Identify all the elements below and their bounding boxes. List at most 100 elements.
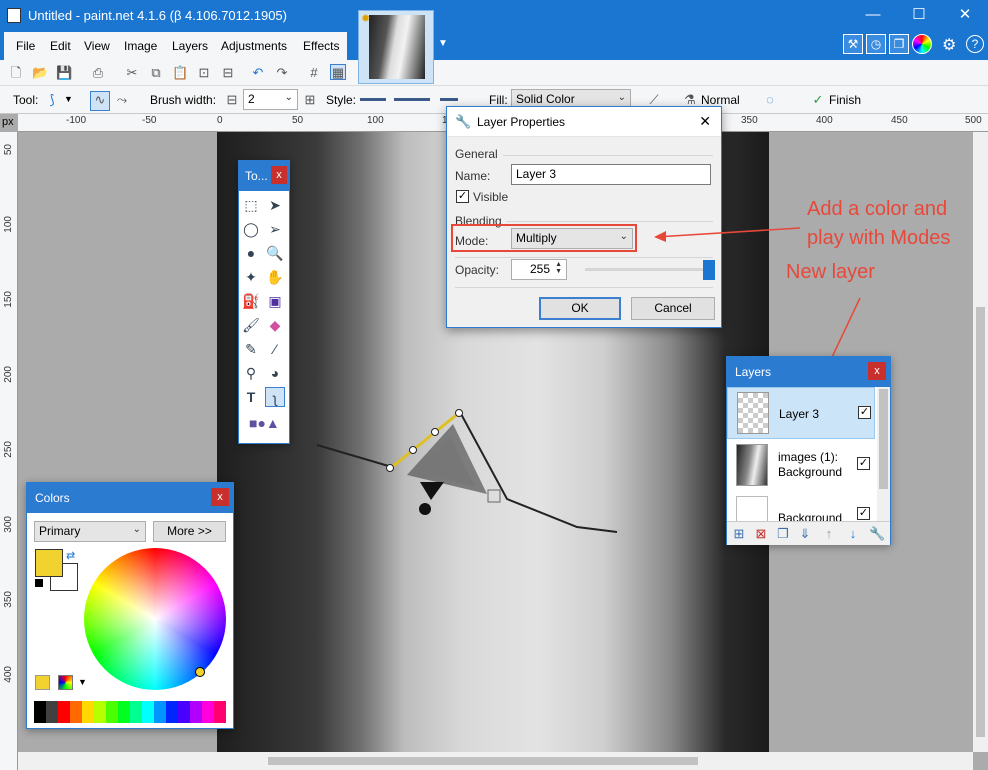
more-colors-button[interactable]: More >> xyxy=(153,521,226,542)
line-end-style-icon[interactable] xyxy=(440,98,458,101)
tab-dropdown-icon[interactable]: ▼ xyxy=(438,38,448,49)
colors-toggle-icon[interactable] xyxy=(912,34,932,54)
add-layer-icon[interactable]: ⊞ xyxy=(731,526,747,542)
close-window-button[interactable]: ✕ xyxy=(942,0,988,32)
menu-file[interactable]: File xyxy=(16,39,35,53)
colors-close-button[interactable]: x xyxy=(211,488,229,506)
layer-properties-icon[interactable]: 🔧 xyxy=(869,526,885,542)
crop-icon[interactable]: ⊡ xyxy=(196,65,212,81)
copy-icon[interactable]: ⧉ xyxy=(148,65,164,81)
open-file-icon[interactable]: 📂 xyxy=(32,65,48,81)
palette-swatch[interactable] xyxy=(46,701,58,723)
bezier-mode-icon[interactable]: ⤳ xyxy=(114,92,130,108)
rectangle-select-icon[interactable]: ⬚ xyxy=(241,195,261,215)
dialog-titlebar[interactable]: 🔧 Layer Properties ✕ xyxy=(447,107,721,137)
dash-style-icon[interactable] xyxy=(394,98,430,101)
palette-swatch[interactable] xyxy=(142,701,154,723)
menu-view[interactable]: View xyxy=(84,39,110,53)
print-icon[interactable]: ⎙ xyxy=(90,65,106,81)
palette-dropdown-icon[interactable]: ▼ xyxy=(78,677,87,687)
vertical-scrollbar[interactable] xyxy=(973,132,988,752)
curve-tool-icon[interactable]: ⟆ xyxy=(44,92,60,108)
maximize-button[interactable]: ☐ xyxy=(896,0,942,32)
line-curve-icon[interactable]: ʅ xyxy=(265,387,285,407)
tool-dropdown-icon[interactable]: ▼ xyxy=(64,94,73,104)
tools-window-title[interactable]: To... x xyxy=(239,161,289,191)
palette-swatch[interactable] xyxy=(70,701,82,723)
menu-effects[interactable]: Effects xyxy=(303,39,339,53)
gradient-icon[interactable]: ▣ xyxy=(265,291,285,311)
pencil-icon[interactable]: ✎ xyxy=(241,339,261,359)
lasso-select-icon[interactable]: ◯ xyxy=(241,219,261,239)
layers-scrollbar[interactable] xyxy=(877,387,890,521)
pan-hand-icon[interactable]: ✋ xyxy=(265,267,285,287)
primary-secondary-select[interactable]: Primary ⌄ xyxy=(34,521,146,542)
cut-icon[interactable]: ✂ xyxy=(124,65,140,81)
clone-stamp-icon[interactable]: ⚲ xyxy=(241,363,261,383)
primary-color-swatch[interactable] xyxy=(35,549,63,577)
settings-gear-icon[interactable]: ⚙ xyxy=(942,35,956,55)
palette-swatch[interactable] xyxy=(34,701,46,723)
layer-visible-checkbox[interactable]: ✓ xyxy=(857,507,870,520)
redo-icon[interactable]: ↷ xyxy=(274,65,290,81)
palette-swatch[interactable] xyxy=(130,701,142,723)
layer-row-layer3[interactable]: Layer 3 ✓ xyxy=(727,387,875,439)
paintbrush-icon[interactable]: 🖌 xyxy=(241,315,261,335)
ok-button[interactable]: OK xyxy=(539,297,621,320)
move-down-icon[interactable]: ↓ xyxy=(845,526,861,542)
layers-toggle-icon[interactable]: ❐ xyxy=(889,34,909,54)
merge-down-icon[interactable]: ⇓ xyxy=(797,526,813,542)
scroll-thumb[interactable] xyxy=(879,389,888,489)
menu-adjustments[interactable]: Adjustments xyxy=(221,39,287,53)
palette-swatch[interactable] xyxy=(94,701,106,723)
layer-visible-checkbox[interactable]: ✓ xyxy=(858,406,871,419)
help-icon[interactable]: ? xyxy=(966,35,984,53)
dialog-close-button[interactable]: ✕ xyxy=(699,113,711,130)
scroll-thumb[interactable] xyxy=(976,307,985,737)
magic-wand-icon[interactable]: ✦ xyxy=(241,267,261,287)
undo-icon[interactable]: ↶ xyxy=(250,65,266,81)
move-selection-icon[interactable]: ➢ xyxy=(265,219,285,239)
opacity-input[interactable]: 255 ▲ ▼ xyxy=(511,259,567,280)
move-selected-icon[interactable]: ➤ xyxy=(265,195,285,215)
layers-window-title[interactable]: Layers x xyxy=(727,357,890,387)
color-picker-icon[interactable]: ⁄ xyxy=(265,339,285,359)
deselect-icon[interactable]: ⊟ xyxy=(220,65,236,81)
color-wheel-marker[interactable] xyxy=(195,667,205,677)
layer-visible-checkbox[interactable]: ✓ xyxy=(857,457,870,470)
finish-button[interactable]: Finish xyxy=(829,93,861,107)
spline-mode-icon[interactable]: ∿ xyxy=(90,91,110,111)
decrease-width-icon[interactable]: ⊟ xyxy=(224,92,240,108)
palette-swatch[interactable] xyxy=(214,701,226,723)
recolor-icon[interactable]: ◕ xyxy=(265,363,285,383)
grid-icon[interactable]: # xyxy=(306,65,322,81)
horizontal-scrollbar[interactable] xyxy=(18,752,973,770)
palette-swatch[interactable] xyxy=(58,701,70,723)
ruler-toggle-icon[interactable]: ▦ xyxy=(330,64,346,80)
palette-swatch[interactable] xyxy=(154,701,166,723)
add-to-palette-icon[interactable] xyxy=(35,675,50,690)
blend-mode-value[interactable]: Normal xyxy=(701,93,740,107)
palette-swatch[interactable] xyxy=(82,701,94,723)
layer-row-images-background[interactable]: images (1): Background ✓ xyxy=(727,441,875,493)
paste-icon[interactable]: 📋 xyxy=(172,65,188,81)
colors-window-title[interactable]: Colors x xyxy=(27,483,233,513)
reset-colors-icon[interactable] xyxy=(35,579,43,587)
blend-mode-select[interactable]: Multiply ⌄ xyxy=(511,228,633,249)
image-tab-thumbnail[interactable]: ✹ xyxy=(358,10,434,84)
layer-name-input[interactable]: Layer 3 xyxy=(511,164,711,185)
tools-toggle-icon[interactable]: ⚒ xyxy=(843,34,863,54)
palette-swatch[interactable] xyxy=(202,701,214,723)
palette-swatch[interactable] xyxy=(178,701,190,723)
swap-colors-icon[interactable]: ⇄ xyxy=(66,549,75,562)
menu-edit[interactable]: Edit xyxy=(50,39,71,53)
save-icon[interactable]: 💾 xyxy=(56,65,72,81)
palette-swatch[interactable] xyxy=(106,701,118,723)
scroll-thumb[interactable] xyxy=(268,757,698,765)
duplicate-layer-icon[interactable]: ❐ xyxy=(775,526,791,542)
shapes-icon[interactable]: ■●▲ xyxy=(249,413,280,433)
layers-close-button[interactable]: x xyxy=(868,362,886,380)
delete-layer-icon[interactable]: ⊠ xyxy=(753,526,769,542)
ellipse-select-icon[interactable]: ● xyxy=(241,243,261,263)
paint-bucket-icon[interactable]: ⛽ xyxy=(241,291,261,311)
